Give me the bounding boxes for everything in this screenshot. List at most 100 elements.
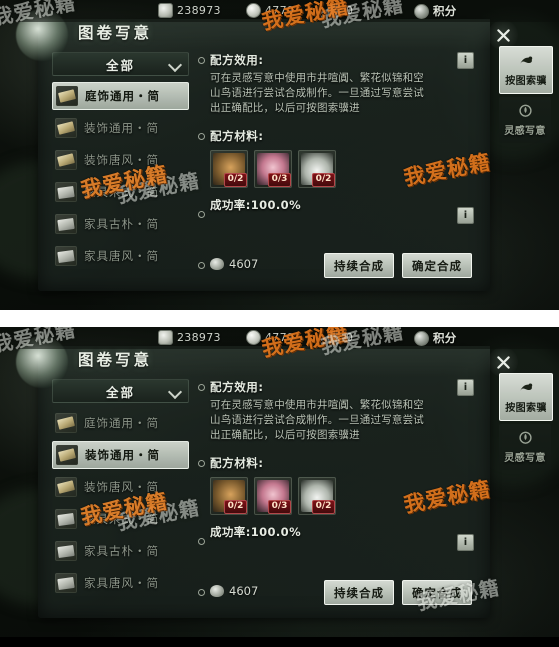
- currency-gear[interactable]: 238973: [158, 330, 221, 345]
- material-quantity: 0/3: [268, 500, 291, 514]
- tab-label: 按图索骥: [505, 403, 547, 414]
- chevron-down-icon: [167, 384, 183, 400]
- currency-topbar: 238973 4779 0 积分: [0, 327, 559, 349]
- recipe-thumb-icon: [55, 413, 77, 433]
- tab-blueprint[interactable]: 按图索骥: [499, 373, 553, 421]
- side-tabs: 按图索骥 灵感写意: [499, 373, 553, 473]
- scroll-icon: [519, 383, 532, 391]
- currency-topbar: 238973 4779 0 积分: [0, 0, 559, 22]
- effect-info-button[interactable]: i: [457, 379, 474, 396]
- material-slot-1[interactable]: 0/3: [254, 150, 292, 188]
- gear-coin-icon: [158, 3, 173, 18]
- effect-info-button[interactable]: i: [457, 52, 474, 69]
- recipe-item-3[interactable]: 家具宋式・简: [52, 178, 189, 206]
- panel-separator: [0, 310, 559, 327]
- materials-list: 0/2 0/3 0/2: [198, 477, 478, 515]
- cost-value: 4607: [229, 584, 259, 598]
- token-icon: [327, 330, 342, 345]
- recipe-item-5[interactable]: 家具唐风・简: [52, 242, 189, 270]
- recipe-item-1[interactable]: 装饰通用・简: [52, 114, 189, 142]
- recipe-thumb-icon: [55, 509, 77, 529]
- category-filter-dropdown[interactable]: 全部: [52, 379, 189, 403]
- recipe-detail: 配方效用: i 可在灵感写意中使用市井喧阗、繁花似锦和空山鸟语进行尝试合成制作。…: [198, 379, 478, 608]
- recipe-label: 家具古朴・简: [84, 544, 159, 558]
- currency-points[interactable]: 积分: [414, 3, 457, 19]
- material-slot-0[interactable]: 0/2: [210, 477, 248, 515]
- material-quantity: 0/2: [312, 173, 335, 187]
- action-row: 4607 持续合成 确定合成: [198, 580, 478, 605]
- recipe-label: 家具古朴・简: [84, 217, 159, 231]
- recipe-list[interactable]: 庭饰通用・简 装饰通用・简 装饰唐风・简 家具宋式・简 家具古朴・简 家具唐风・…: [52, 409, 189, 597]
- currency-value: 238973: [177, 4, 221, 17]
- recipe-item-3[interactable]: 家具宋式・简: [52, 505, 189, 533]
- recipe-item-5[interactable]: 家具唐风・简: [52, 569, 189, 597]
- recipe-list-column: 全部 庭饰通用・简 装饰通用・简 装饰唐风・简 家具宋式・简 家具古朴・简 家具…: [52, 52, 189, 281]
- silver-coin-icon: [210, 258, 224, 270]
- tab-label: 按图索骥: [505, 76, 547, 87]
- craft-cost: 4607: [210, 584, 258, 598]
- craft-dialog: 图卷写意 全部 庭饰通用・简 装饰通用・简 装饰唐风・简 家具宋式・简 家具古朴…: [16, 9, 518, 291]
- recipe-thumb-icon: [55, 477, 77, 497]
- material-slot-1[interactable]: 0/3: [254, 477, 292, 515]
- tab-inspiration[interactable]: 灵感写意: [499, 97, 551, 143]
- bullet-icon: [198, 589, 205, 596]
- recipe-thumb-icon: [55, 182, 77, 202]
- currency-silver[interactable]: 4779: [246, 330, 294, 345]
- rate-info-button[interactable]: i: [457, 534, 474, 551]
- points-icon: [414, 330, 429, 346]
- page-title: 图卷写意: [78, 24, 153, 42]
- material-slot-0[interactable]: 0/2: [210, 150, 248, 188]
- currency-token[interactable]: 0: [327, 330, 353, 345]
- confirm-craft-button[interactable]: 确定合成: [402, 253, 472, 278]
- recipe-item-4[interactable]: 家具古朴・简: [52, 210, 189, 238]
- game-panel-bottom: 238973 4779 0 积分 图卷写意 全部 庭饰通用・简 装饰通用・简 装…: [0, 327, 559, 637]
- recipe-item-0[interactable]: 庭饰通用・简: [52, 409, 189, 437]
- recipe-thumb-icon: [56, 445, 78, 465]
- recipe-list[interactable]: 庭饰通用・简 装饰通用・简 装饰唐风・简 家具宋式・简 家具古朴・简 家具唐风・…: [52, 82, 189, 270]
- material-quantity: 0/2: [224, 500, 247, 514]
- recipe-item-1[interactable]: 装饰通用・简: [52, 441, 189, 469]
- material-slot-2[interactable]: 0/2: [298, 150, 336, 188]
- continuous-craft-button[interactable]: 持续合成: [324, 580, 394, 605]
- rate-info-button[interactable]: i: [457, 207, 474, 224]
- currency-value: 238973: [177, 331, 221, 344]
- material-slot-2[interactable]: 0/2: [298, 477, 336, 515]
- currency-value: 积分: [433, 4, 457, 18]
- chevron-down-icon: [167, 57, 183, 73]
- recipe-detail: 配方效用: i 可在灵感写意中使用市井喧阗、繁花似锦和空山鸟语进行尝试合成制作。…: [198, 52, 478, 281]
- recipe-thumb-icon: [55, 573, 77, 593]
- currency-value: 积分: [433, 331, 457, 345]
- recipe-label: 装饰唐风・简: [84, 480, 159, 494]
- currency-gear[interactable]: 238973: [158, 3, 221, 18]
- confirm-craft-button[interactable]: 确定合成: [402, 580, 472, 605]
- currency-value: 0: [346, 4, 354, 17]
- category-filter-dropdown[interactable]: 全部: [52, 52, 189, 76]
- recipe-list-column: 全部 庭饰通用・简 装饰通用・简 装饰唐风・简 家具宋式・简 家具古朴・简 家具…: [52, 379, 189, 608]
- currency-value: 4779: [265, 331, 295, 344]
- recipe-label: 庭饰通用・简: [84, 416, 159, 430]
- recipe-thumb-icon: [56, 86, 78, 106]
- materials-heading: 配方材料:: [210, 456, 264, 470]
- tab-blueprint[interactable]: 按图索骥: [499, 46, 553, 94]
- recipe-item-2[interactable]: 装饰唐风・简: [52, 146, 189, 174]
- currency-points[interactable]: 积分: [414, 330, 457, 346]
- continuous-craft-button[interactable]: 持续合成: [324, 253, 394, 278]
- recipe-item-2[interactable]: 装饰唐风・简: [52, 473, 189, 501]
- success-rate: 成功率:100.0%: [210, 525, 301, 539]
- recipe-item-0[interactable]: 庭饰通用・简: [52, 82, 189, 110]
- tab-label: 灵感写意: [504, 453, 546, 464]
- material-quantity: 0/3: [268, 173, 291, 187]
- inspiration-icon: [518, 104, 532, 117]
- recipe-thumb-icon: [55, 150, 77, 170]
- cost-value: 4607: [229, 257, 259, 271]
- craft-cost: 4607: [210, 257, 258, 271]
- success-rate: 成功率:100.0%: [210, 198, 301, 212]
- recipe-item-4[interactable]: 家具古朴・简: [52, 537, 189, 565]
- currency-silver[interactable]: 4779: [246, 3, 294, 18]
- currency-token[interactable]: 0: [327, 3, 353, 18]
- points-icon: [414, 3, 429, 19]
- effect-heading: 配方效用:: [210, 380, 264, 394]
- tab-inspiration[interactable]: 灵感写意: [499, 424, 551, 470]
- scroll-icon: [519, 56, 532, 64]
- gear-coin-icon: [158, 330, 173, 345]
